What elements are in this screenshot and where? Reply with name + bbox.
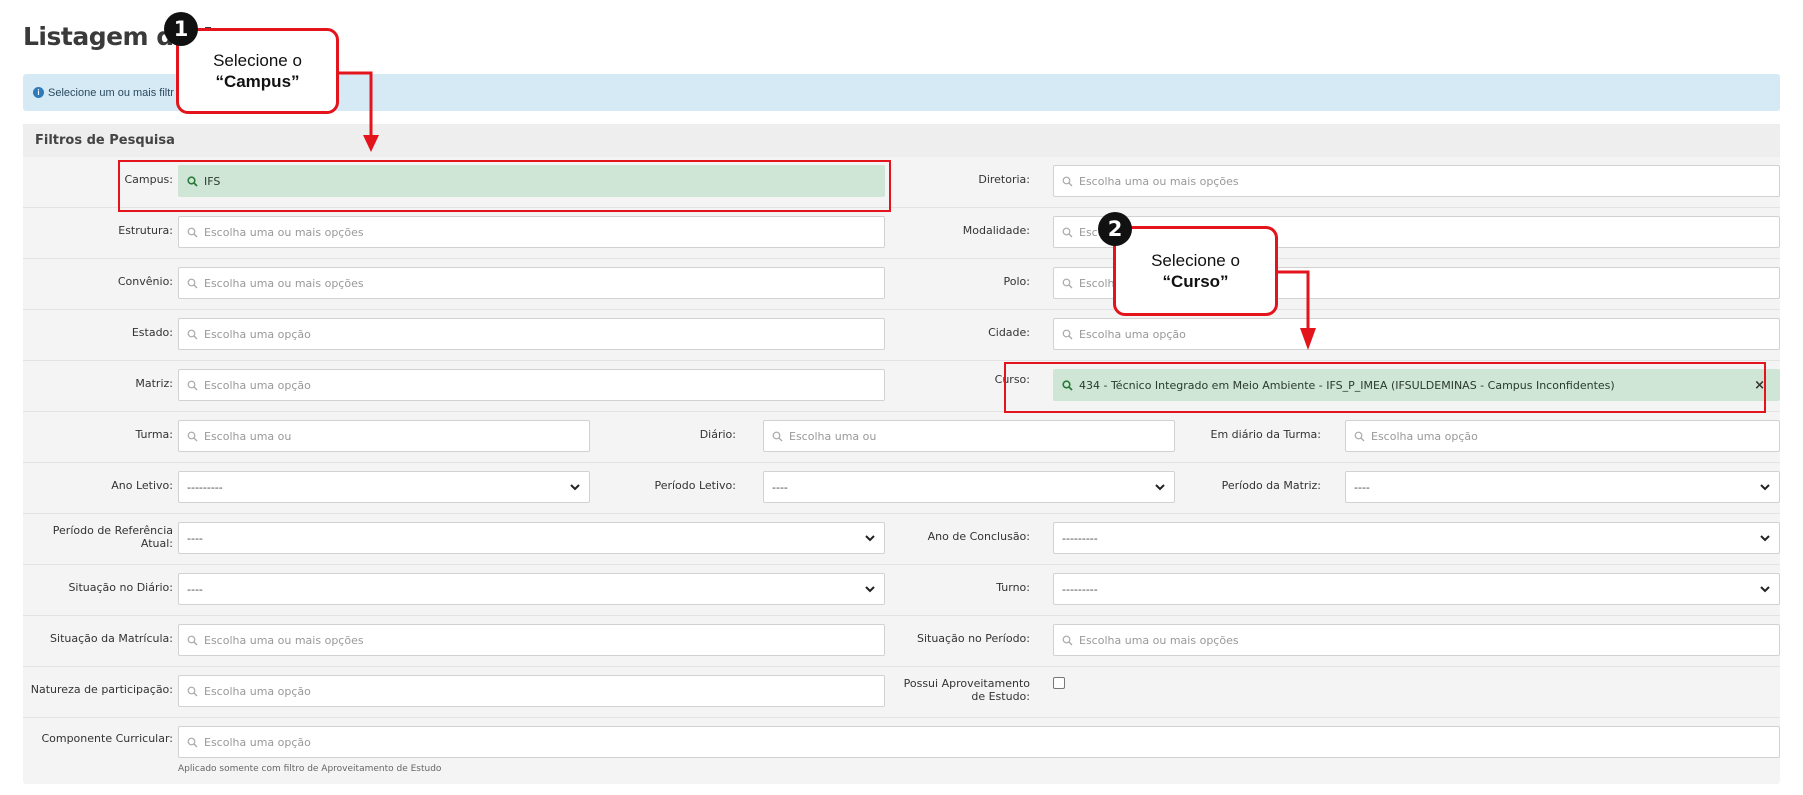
callout-step2-line1: Selecione o bbox=[1151, 251, 1240, 270]
arrow-head-2 bbox=[1300, 328, 1316, 350]
step1-badge: 1 bbox=[164, 12, 198, 46]
callout-step1: Selecione o “Campus” bbox=[176, 28, 339, 114]
callout-step2-line2: “Curso” bbox=[1162, 272, 1229, 291]
arrow-head-1 bbox=[363, 135, 379, 152]
step2-badge: 2 bbox=[1098, 212, 1132, 246]
callout-step1-line1: Selecione o bbox=[213, 51, 302, 70]
callout-step1-line2: “Campus” bbox=[215, 72, 300, 91]
callout-step2: Selecione o “Curso” bbox=[1113, 226, 1278, 316]
annotation-arrows bbox=[336, 71, 1316, 350]
